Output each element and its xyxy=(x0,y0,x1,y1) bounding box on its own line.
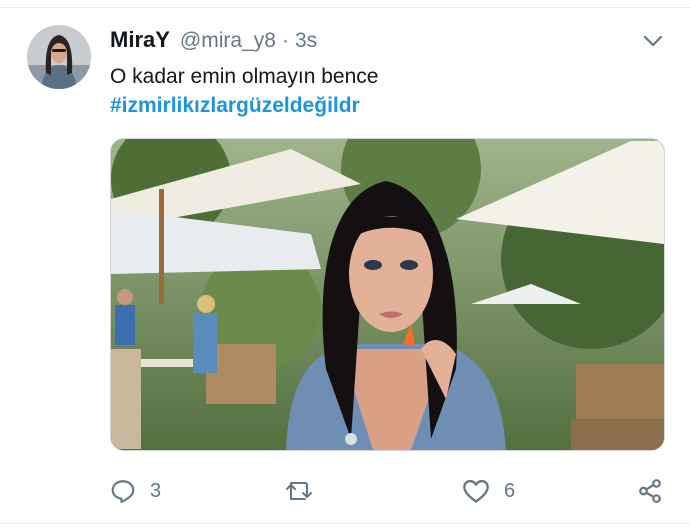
like-button[interactable]: 6 xyxy=(462,474,515,508)
bottom-divider xyxy=(0,523,690,524)
share-button[interactable] xyxy=(637,474,663,508)
tweet-actions: 3 6 xyxy=(110,474,670,508)
tweet-body: O kadar emin olmayın bence xyxy=(110,65,379,88)
tweet-photo[interactable] xyxy=(110,138,665,451)
like-count: 6 xyxy=(504,479,516,502)
hashtag-link[interactable]: #izmirlikızlargüzeldeğildr xyxy=(110,91,630,120)
photo-image xyxy=(111,139,664,450)
retweet-button[interactable] xyxy=(285,474,315,508)
chevron-down-icon xyxy=(643,35,663,47)
display-name[interactable]: MiraY xyxy=(110,27,170,53)
top-divider xyxy=(0,7,690,8)
avatar-image xyxy=(27,25,91,89)
share-icon xyxy=(639,479,661,503)
timestamp[interactable]: 3s xyxy=(295,29,317,53)
tweet-text: O kadar emin olmayın bence #izmirlikızla… xyxy=(110,62,630,120)
reply-button[interactable]: 3 xyxy=(110,474,161,508)
reply-icon xyxy=(111,480,135,503)
reply-count: 3 xyxy=(150,479,162,502)
tweet-menu-button[interactable] xyxy=(640,30,666,52)
separator-dot: · xyxy=(281,29,289,52)
retweet-icon xyxy=(286,482,312,500)
user-avatar[interactable] xyxy=(27,25,91,89)
user-handle[interactable]: @mira_y8 xyxy=(180,29,276,53)
tweet-header: MiraY @mira_y8 · 3s xyxy=(110,27,317,55)
like-icon xyxy=(463,479,489,503)
